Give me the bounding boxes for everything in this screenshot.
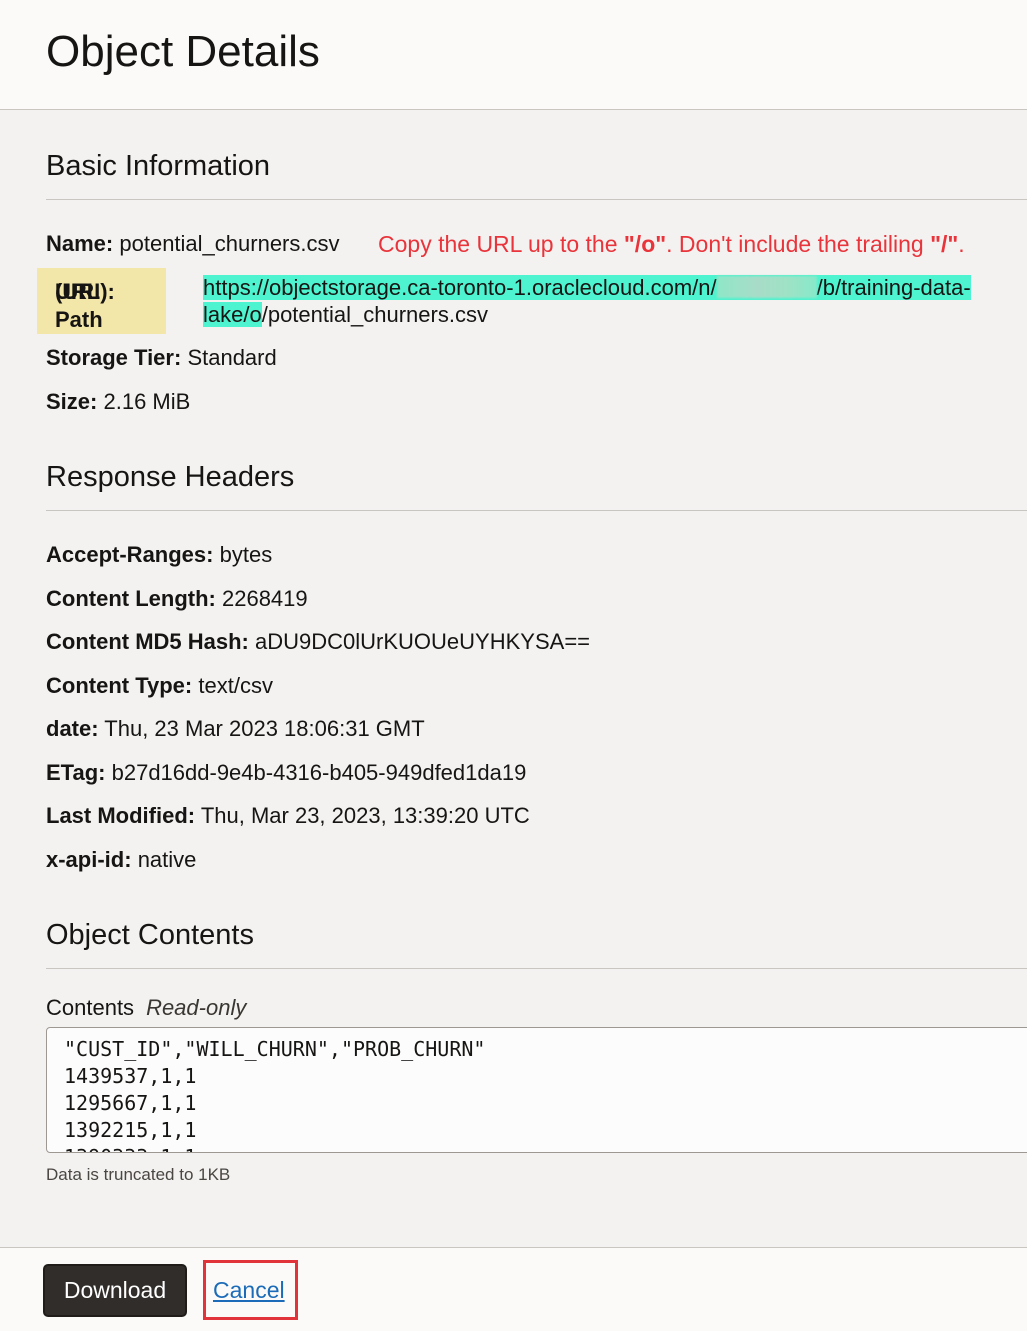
response-headers-heading: Response Headers xyxy=(46,461,295,493)
header-row: Content Length: 2268419 xyxy=(46,585,308,613)
header-row: ETag: b27d16dd-9e4b-4316-b405-949dfed1da… xyxy=(46,759,526,787)
header-label: ETag: xyxy=(46,760,106,785)
contents-label: Contents Read-only xyxy=(46,995,247,1020)
header-value: 2268419 xyxy=(221,586,308,611)
header-label: Content Type: xyxy=(46,673,193,698)
header-value: aDU9DC0lUrKUOUeUYHKYSA== xyxy=(255,629,591,654)
header-row: Content MD5 Hash: aDU9DC0lUrKUOUeUYHKYSA… xyxy=(46,628,590,656)
header-row: Content Type: text/csv xyxy=(46,672,273,700)
url-path-value[interactable]: https://objectstorage.ca-toronto-1.oracl… xyxy=(203,274,1018,328)
header-row: Accept-Ranges: bytes xyxy=(46,541,272,569)
storage-tier-row: Storage Tier: Standard xyxy=(46,344,277,372)
read-only-indicator: Read-only xyxy=(146,995,247,1020)
header-label: Last Modified: xyxy=(46,803,196,828)
storage-tier-value: Standard xyxy=(187,345,277,370)
storage-tier-label: Storage Tier: xyxy=(46,345,182,370)
header-row: date: Thu, 23 Mar 2023 18:06:31 GMT xyxy=(46,715,425,743)
header-value: text/csv xyxy=(198,673,273,698)
header-value: bytes xyxy=(219,542,273,567)
contents-textarea[interactable]: "CUST_ID","WILL_CHURN","PROB_CHURN" 1439… xyxy=(46,1027,1027,1153)
header-row: x-api-id: native xyxy=(46,846,196,874)
download-button[interactable]: Download xyxy=(43,1264,187,1317)
header-label: Accept-Ranges: xyxy=(46,542,214,567)
cancel-link[interactable]: Cancel xyxy=(213,1276,285,1304)
header-value: Thu, Mar 23, 2023, 13:39:20 UTC xyxy=(200,803,530,828)
header-value: Thu, 23 Mar 2023 18:06:31 GMT xyxy=(104,716,425,741)
contents-line: 1390333,1,1 xyxy=(64,1145,196,1152)
truncation-hint: Data is truncated to 1KB xyxy=(46,1165,231,1184)
basic-information-heading: Basic Information xyxy=(46,150,271,182)
name-value: potential_churners.csv xyxy=(119,231,340,256)
name-row: Name: potential_churners.csv xyxy=(46,230,340,258)
contents-line: 1295667,1,1 xyxy=(64,1091,197,1115)
header-label: date: xyxy=(46,716,99,741)
size-value: 2.16 MiB xyxy=(103,389,191,414)
name-label: Name: xyxy=(46,231,114,256)
copy-url-annotation: Copy the URL up to the "/o". Don't inclu… xyxy=(378,231,965,257)
contents-line: 1392215,1,1 xyxy=(64,1118,197,1142)
url-path-label: URL Path (URI): xyxy=(37,268,166,334)
section-divider xyxy=(46,510,1027,511)
header-value: b27d16dd-9e4b-4316-b405-949dfed1da19 xyxy=(111,760,527,785)
header-value: native xyxy=(137,847,197,872)
size-label: Size: xyxy=(46,389,98,414)
object-contents-heading: Object Contents xyxy=(46,919,254,951)
contents-line: "CUST_ID","WILL_CHURN","PROB_CHURN" xyxy=(64,1037,486,1061)
size-row: Size: 2.16 MiB xyxy=(46,388,190,416)
panel-footer: Download Cancel xyxy=(0,1247,1027,1331)
header-label: x-api-id: xyxy=(46,847,132,872)
contents-line: 1439537,1,1 xyxy=(64,1064,197,1088)
redacted-namespace xyxy=(716,276,817,298)
section-divider xyxy=(46,968,1027,969)
header-row: Last Modified: Thu, Mar 23, 2023, 13:39:… xyxy=(46,802,530,830)
section-divider xyxy=(46,199,1027,200)
page-title: Object Details xyxy=(46,27,320,76)
header-label: Content MD5 Hash: xyxy=(46,629,249,654)
header-label: Content Length: xyxy=(46,586,216,611)
panel-header: Object Details xyxy=(0,0,1027,110)
